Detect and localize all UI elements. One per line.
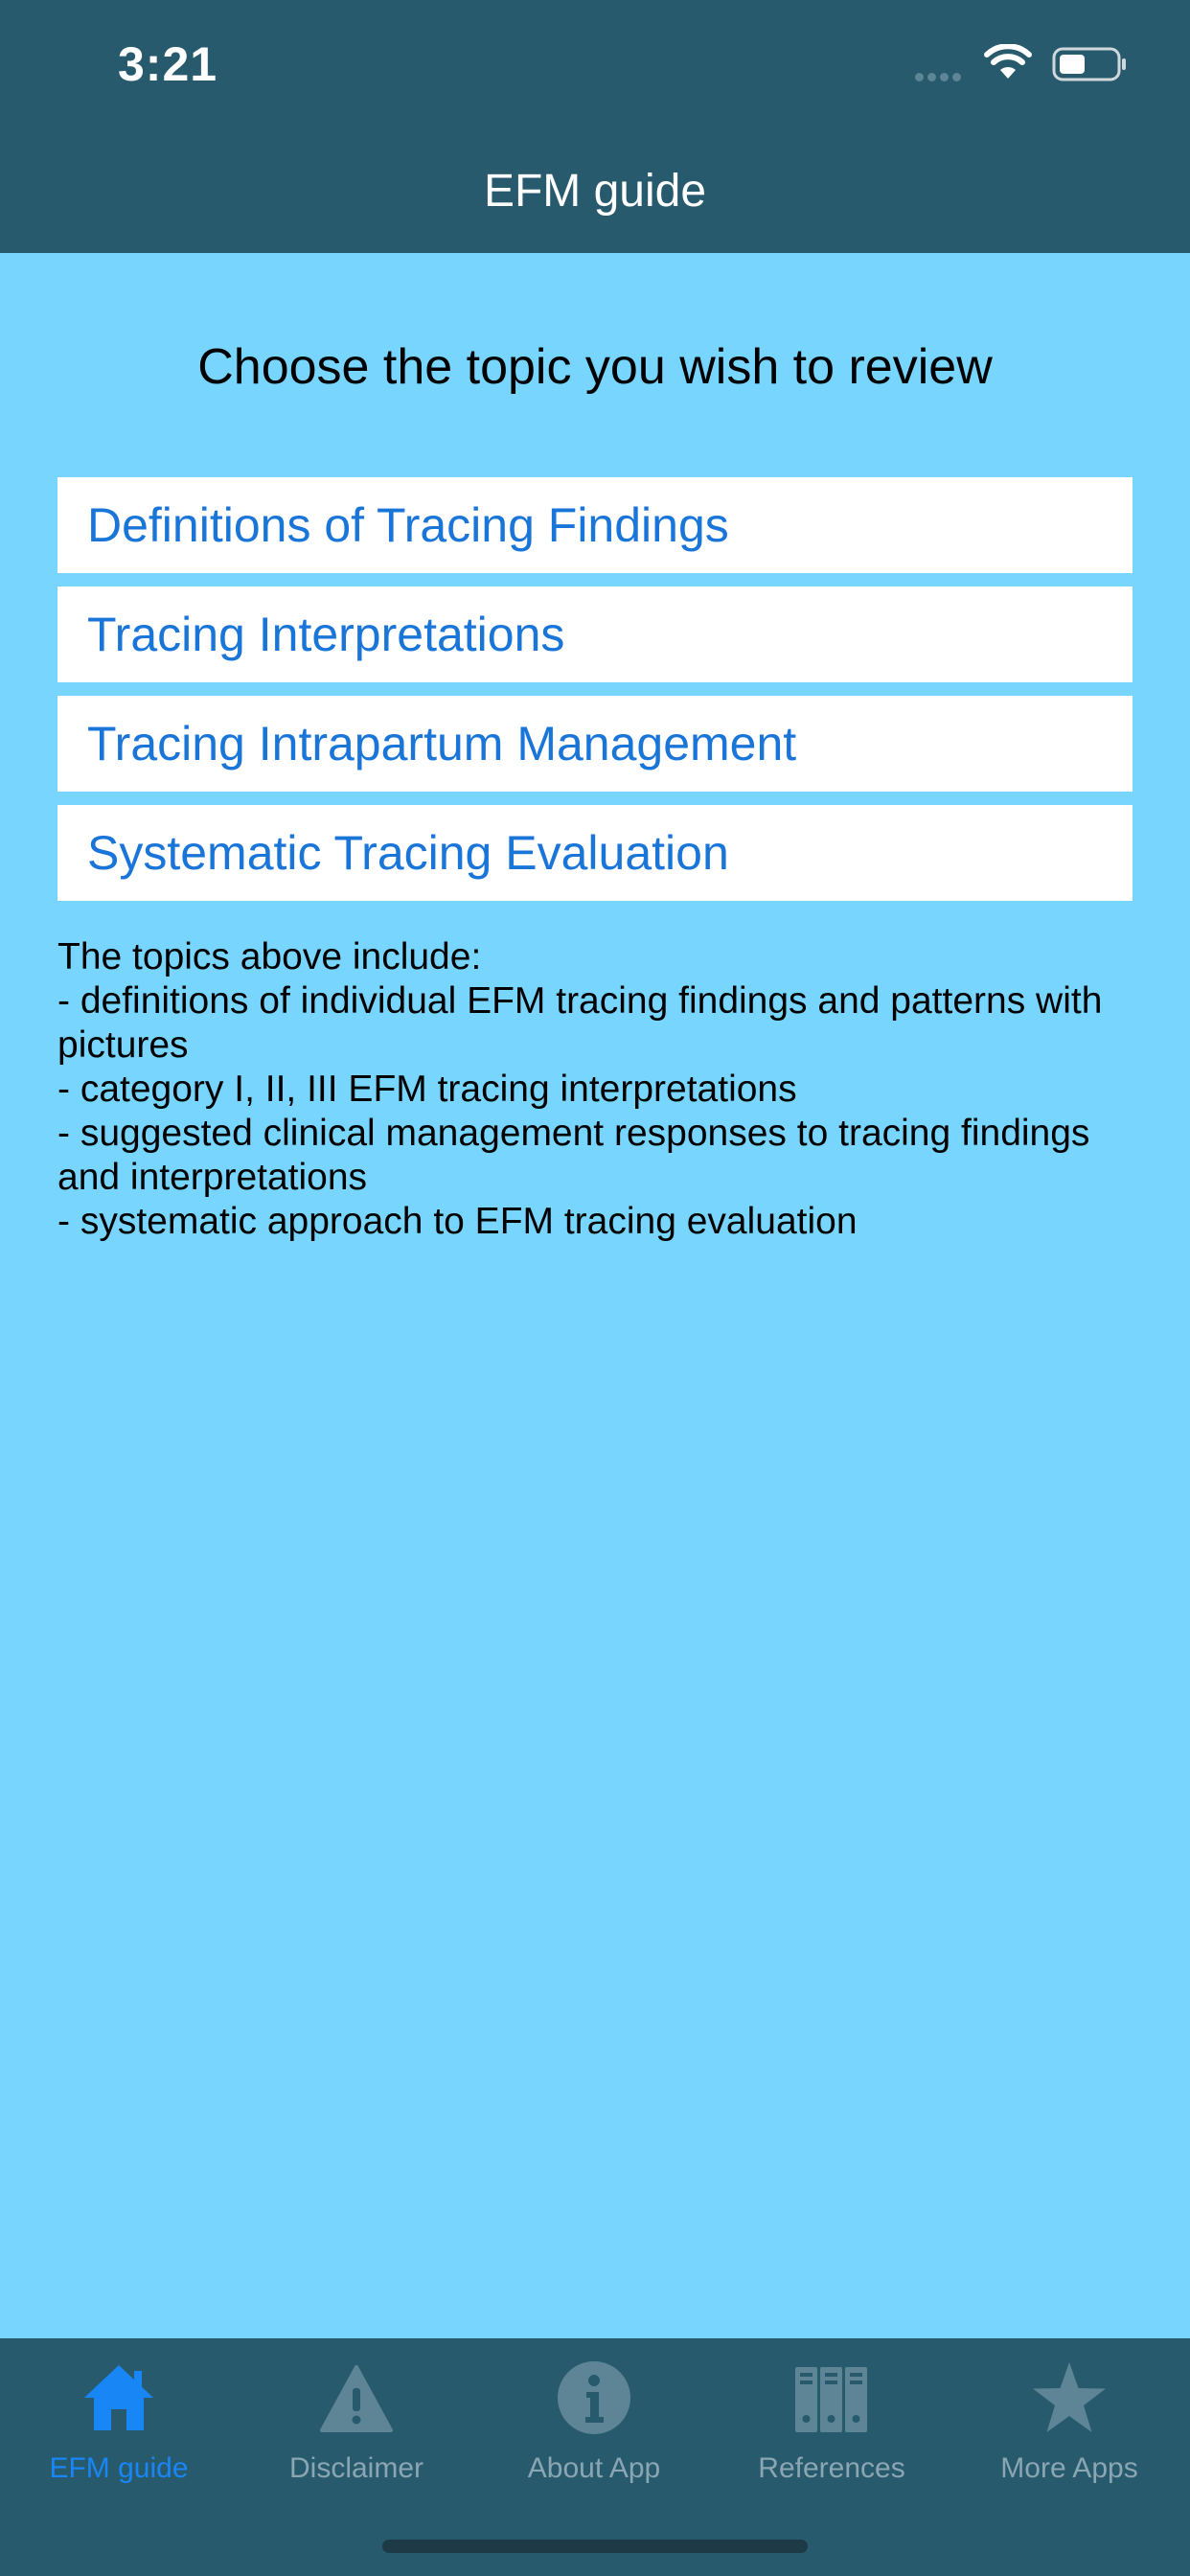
description-line: - definitions of individual EFM tracing … — [57, 980, 1103, 1066]
topic-list: Definitions of Tracing Findings Tracing … — [57, 477, 1133, 901]
navigation-bar: EFM guide — [0, 134, 1190, 253]
tab-disclaimer[interactable]: Disclaimer — [238, 2338, 475, 2497]
info-icon — [558, 2361, 630, 2434]
warning-icon — [320, 2365, 393, 2432]
cellular-signal-icon — [915, 69, 965, 86]
wifi-icon — [984, 44, 1032, 79]
topic-systematic-evaluation-button[interactable]: Systematic Tracing Evaluation — [57, 805, 1133, 901]
tab-references[interactable]: References — [713, 2338, 950, 2497]
tab-label: EFM guide — [49, 2452, 189, 2484]
topic-prompt: Choose the topic you wish to review — [197, 339, 993, 395]
page-title: EFM guide — [483, 166, 707, 217]
battery-icon — [1052, 47, 1126, 81]
binders-icon — [795, 2367, 867, 2432]
description-line: The topics above include: — [57, 936, 482, 978]
topic-intrapartum-management-button[interactable]: Tracing Intrapartum Management — [57, 696, 1133, 792]
tab-more-apps[interactable]: More Apps — [950, 2338, 1188, 2497]
tab-label: More Apps — [1000, 2452, 1138, 2484]
topic-interpretations-button[interactable]: Tracing Interpretations — [57, 586, 1133, 682]
status-time: 3:21 — [118, 37, 218, 91]
home-icon — [84, 2365, 153, 2430]
description-line: - category I, II, III EFM tracing interp… — [57, 1069, 797, 1110]
tab-label: Disclaimer — [288, 2452, 423, 2484]
topics-description: The topics above include: - definitions … — [57, 935, 1133, 1244]
home-indicator[interactable] — [382, 2540, 808, 2553]
tab-about-app[interactable]: About App — [475, 2338, 713, 2497]
description-line: - suggested clinical management response… — [57, 1113, 1090, 1198]
tab-label: About App — [527, 2452, 661, 2484]
description-line: - systematic approach to EFM tracing eva… — [57, 1201, 858, 1242]
tab-efm-guide[interactable]: EFM guide — [0, 2338, 238, 2497]
status-bar: 3:21 — [0, 0, 1190, 134]
tab-label: References — [758, 2452, 905, 2484]
topic-definitions-button[interactable]: Definitions of Tracing Findings — [57, 477, 1133, 573]
star-icon — [1033, 2362, 1106, 2432]
